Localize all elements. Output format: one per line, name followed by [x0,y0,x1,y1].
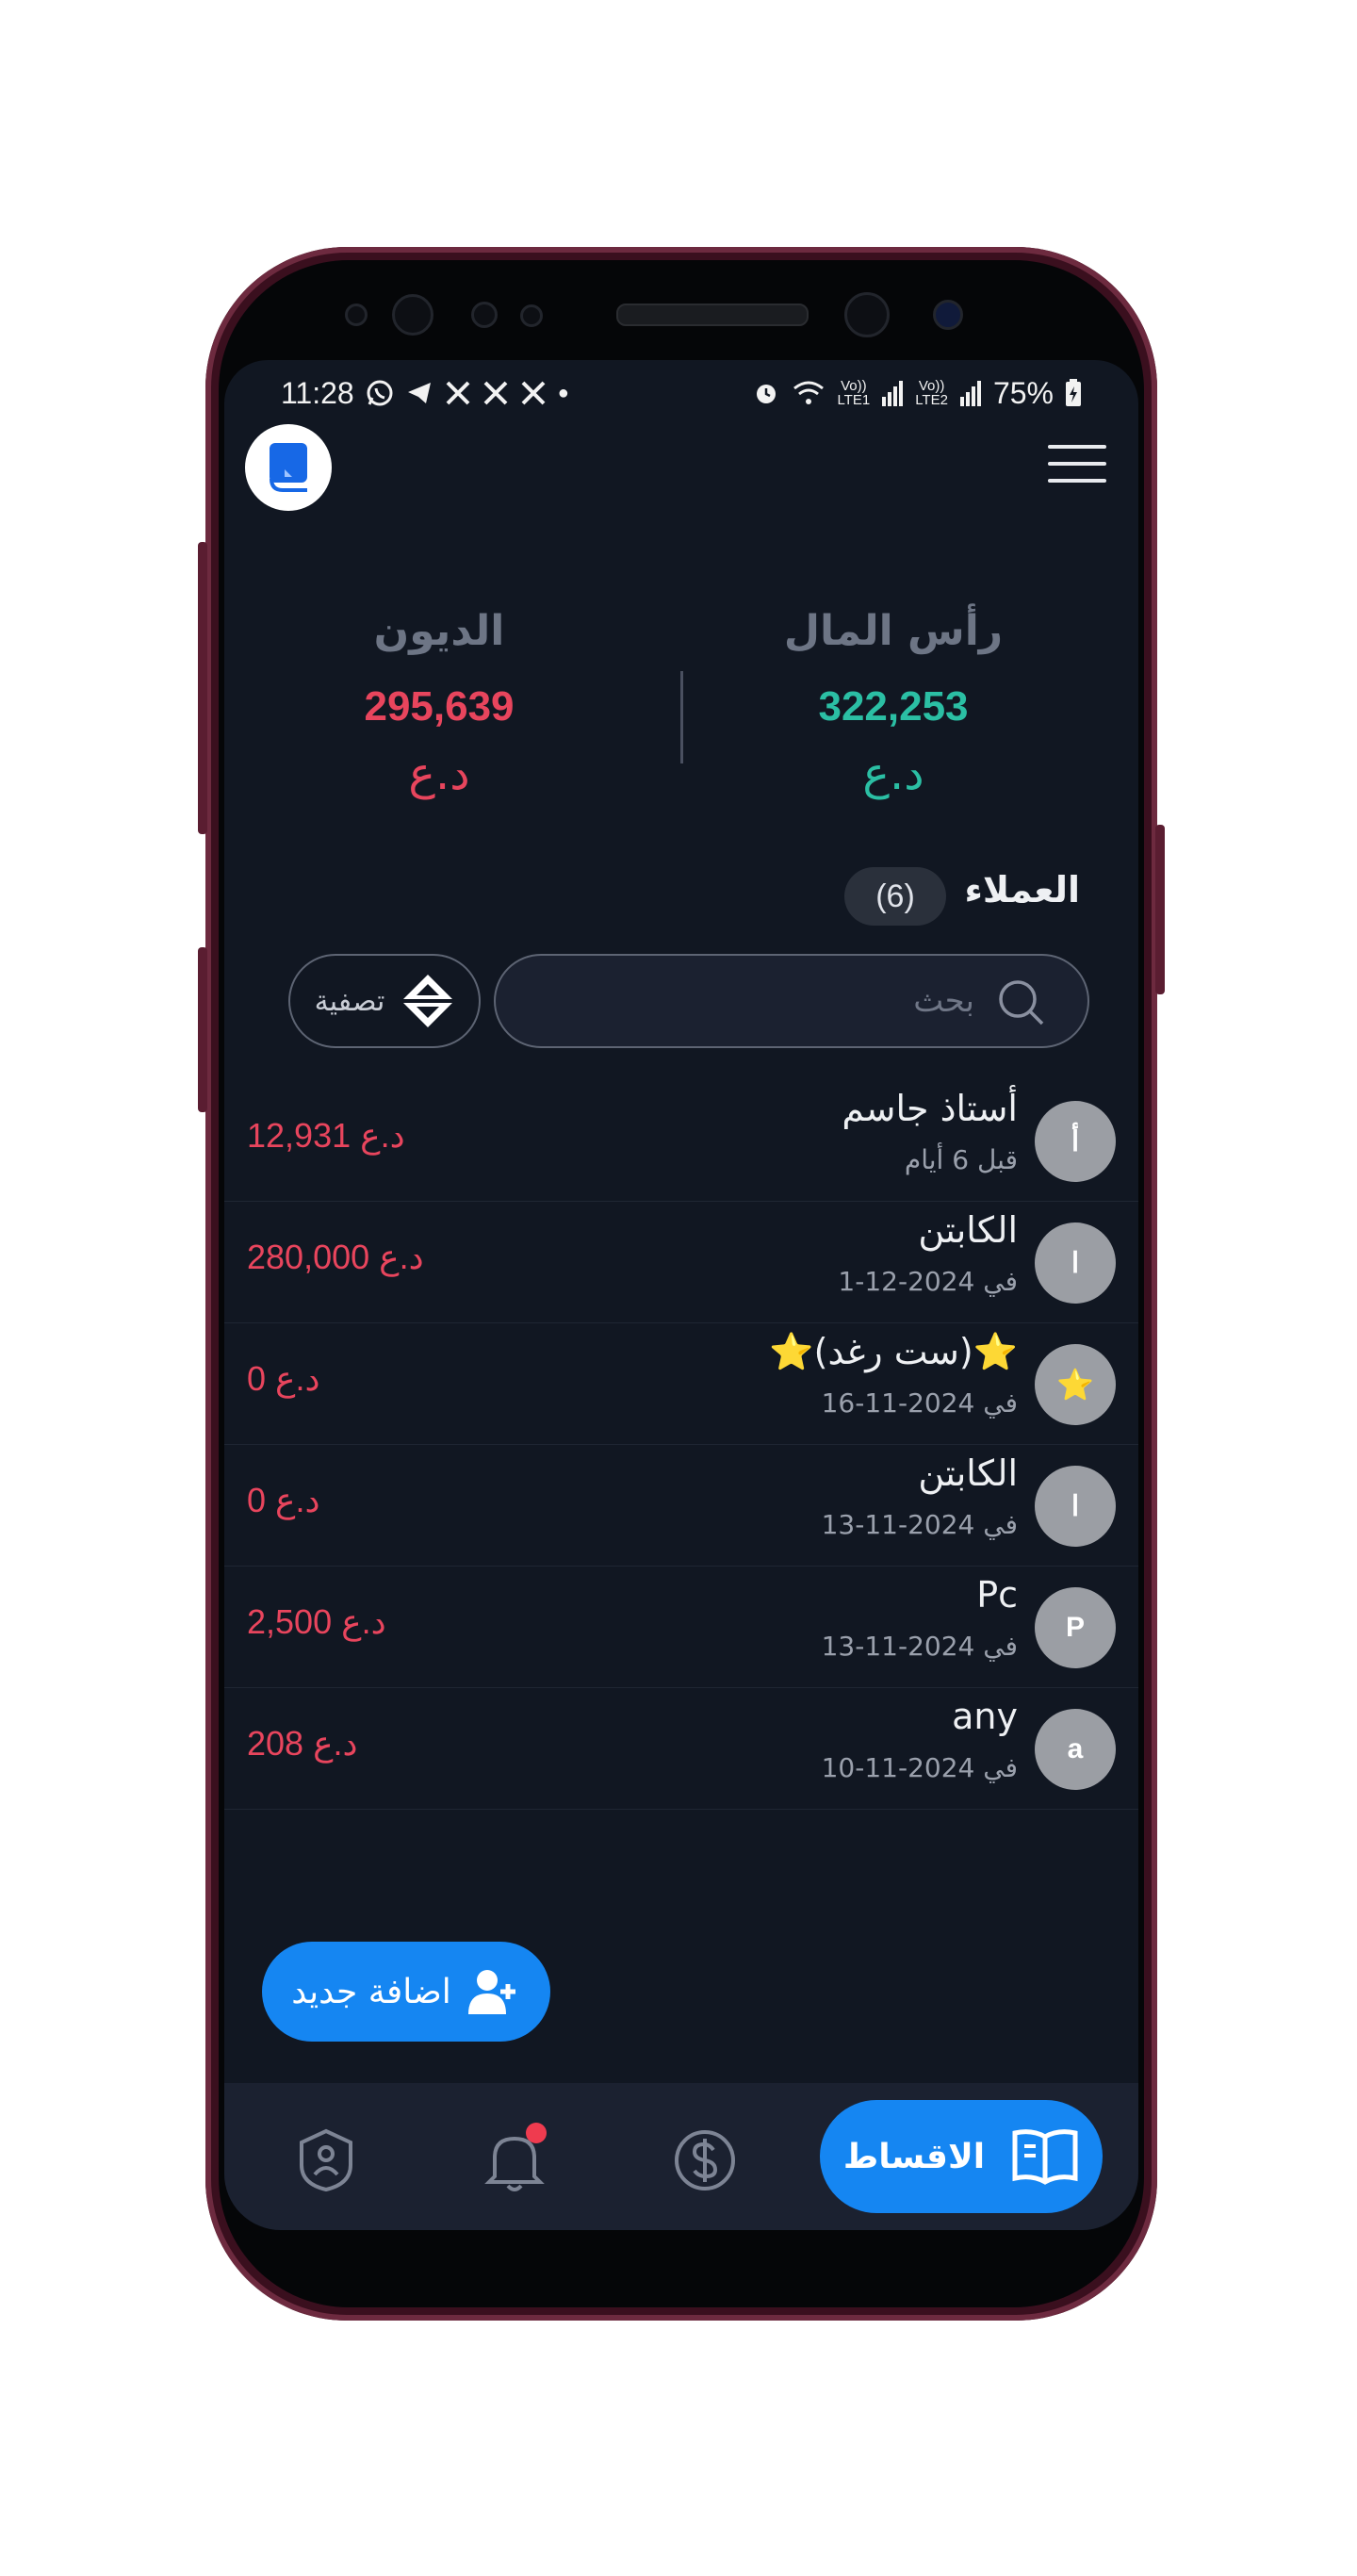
client-amount: 0 د.ع [247,1481,320,1519]
battery-percent: 75% [992,375,1054,410]
client-avatar: ا [1035,1222,1116,1304]
wifi-icon [793,381,825,404]
status-time: 11:28 [281,375,354,410]
sim1-label: Vo)) LTE1 [837,378,871,408]
clients-count-badge: (6) [844,867,946,926]
capital-stat: رأس المال 322,253 د.ع [743,607,1044,800]
client-amount: 280,000 د.ع [247,1238,424,1276]
client-name: أستاذ جاسم [842,1088,1018,1129]
search-input[interactable] [633,981,976,1021]
alarm-icon [757,385,777,403]
telegram-icon [407,383,431,403]
sim2-label: Vo)) LTE2 [915,378,948,408]
earpiece-speaker [616,304,809,326]
filter-button[interactable]: تصفية [288,954,481,1048]
status-bar: 11:28 ● Vo)) LTE1 Vo)) LTE2 75% [281,369,1082,417]
capital-currency: د.ع [862,747,924,800]
nav-account[interactable] [288,2123,364,2198]
client-row[interactable]: ⭐ ⭐(ست رغد)⭐ في 2024-11-16 0 د.ع [224,1323,1138,1445]
client-amount: 208 د.ع [247,1724,358,1763]
client-row[interactable]: ا الكابتن في 2024-11-13 0 د.ع [224,1445,1138,1567]
light-sensor [520,304,543,327]
client-row[interactable]: P Pc في 2024-11-13 2,500 د.ع [224,1567,1138,1688]
x-icon [446,381,470,405]
debts-stat: الديون 295,639 د.ع [288,607,590,800]
client-name: الكابتن [918,1452,1018,1494]
capital-value: 322,253 [818,683,969,730]
x-icon [521,381,546,405]
capital-title: رأس المال [783,607,1004,655]
search-icon [999,980,1044,1025]
client-date: في 2024-11-10 [821,1752,1018,1783]
client-name: Pc [976,1574,1018,1616]
signal-icon [882,381,904,406]
notification-badge [526,2123,547,2143]
dollar-icon [675,2130,735,2190]
nav-installments-label: الاقساط [842,2137,986,2176]
x-icon [483,381,508,405]
client-name: any [952,1696,1018,1737]
search-box [494,954,1089,1048]
client-avatar: P [1035,1587,1116,1668]
battery-icon [1066,379,1081,406]
add-user-icon [467,1970,515,2014]
power-button [1155,825,1165,994]
book-icon [1012,2129,1078,2185]
client-avatar: أ [1035,1101,1116,1182]
book-logo-icon [270,443,307,492]
client-name: الكابتن [918,1209,1018,1251]
client-amount: 2,500 د.ع [247,1602,386,1641]
nav-installments-active[interactable]: الاقساط [820,2100,1103,2213]
debts-value: 295,639 [364,683,515,730]
summary-divider [680,671,683,763]
client-date: في 2024-11-16 [821,1387,1018,1419]
clients-title: العملاء [964,869,1081,911]
client-date: في 2024-11-13 [821,1509,1018,1540]
client-row[interactable]: ا الكابتن في 2024-12-1 280,000 د.ع [224,1202,1138,1323]
volume-button [198,542,207,834]
front-camera [844,292,890,337]
add-new-label: اضافة جديد [291,1972,451,2011]
client-date: في 2024-12-1 [838,1266,1018,1297]
debts-currency: د.ع [408,747,470,800]
filter-label: تصفية [314,984,385,1018]
bottom-navigation: الاقساط [224,2083,1138,2230]
add-new-button[interactable]: اضافة جديد [262,1942,550,2042]
client-date: في 2024-11-13 [821,1631,1018,1662]
app-screen: 11:28 ● Vo)) LTE1 Vo)) LTE2 75% الديون 2… [224,360,1138,2230]
debts-title: الديون [373,607,505,655]
client-avatar: ⭐ [1035,1344,1116,1425]
account-icon [300,2128,352,2192]
client-avatar: ا [1035,1466,1116,1547]
iris-camera [933,300,963,330]
client-amount: 12,931 د.ع [247,1116,405,1155]
nav-payments[interactable] [667,2123,743,2198]
client-amount: 0 د.ع [247,1359,320,1398]
client-row[interactable]: a any في 2024-11-10 208 د.ع [224,1688,1138,1810]
iris-sensor [392,294,433,336]
client-name: ⭐(ست رغد)⭐ [769,1331,1018,1372]
notification-dot-icon: ● [557,382,569,403]
client-list: أ أستاذ جاسم قبل 6 أيام 12,931 د.ع ا الكابتن ف… [224,1080,1138,1810]
sort-icon [403,975,453,1027]
sensor-dot [345,304,368,326]
nav-notifications[interactable] [477,2123,552,2198]
proximity-sensor [471,302,498,328]
app-logo[interactable] [245,424,332,511]
client-avatar: a [1035,1709,1116,1790]
hamburger-menu-icon[interactable] [1048,445,1106,484]
client-row[interactable]: أ أستاذ جاسم قبل 6 أيام 12,931 د.ع [224,1080,1138,1202]
bixby-button [198,947,207,1112]
signal-icon [959,381,981,406]
whatsapp-icon [367,380,393,406]
client-date: قبل 6 أيام [904,1144,1018,1175]
